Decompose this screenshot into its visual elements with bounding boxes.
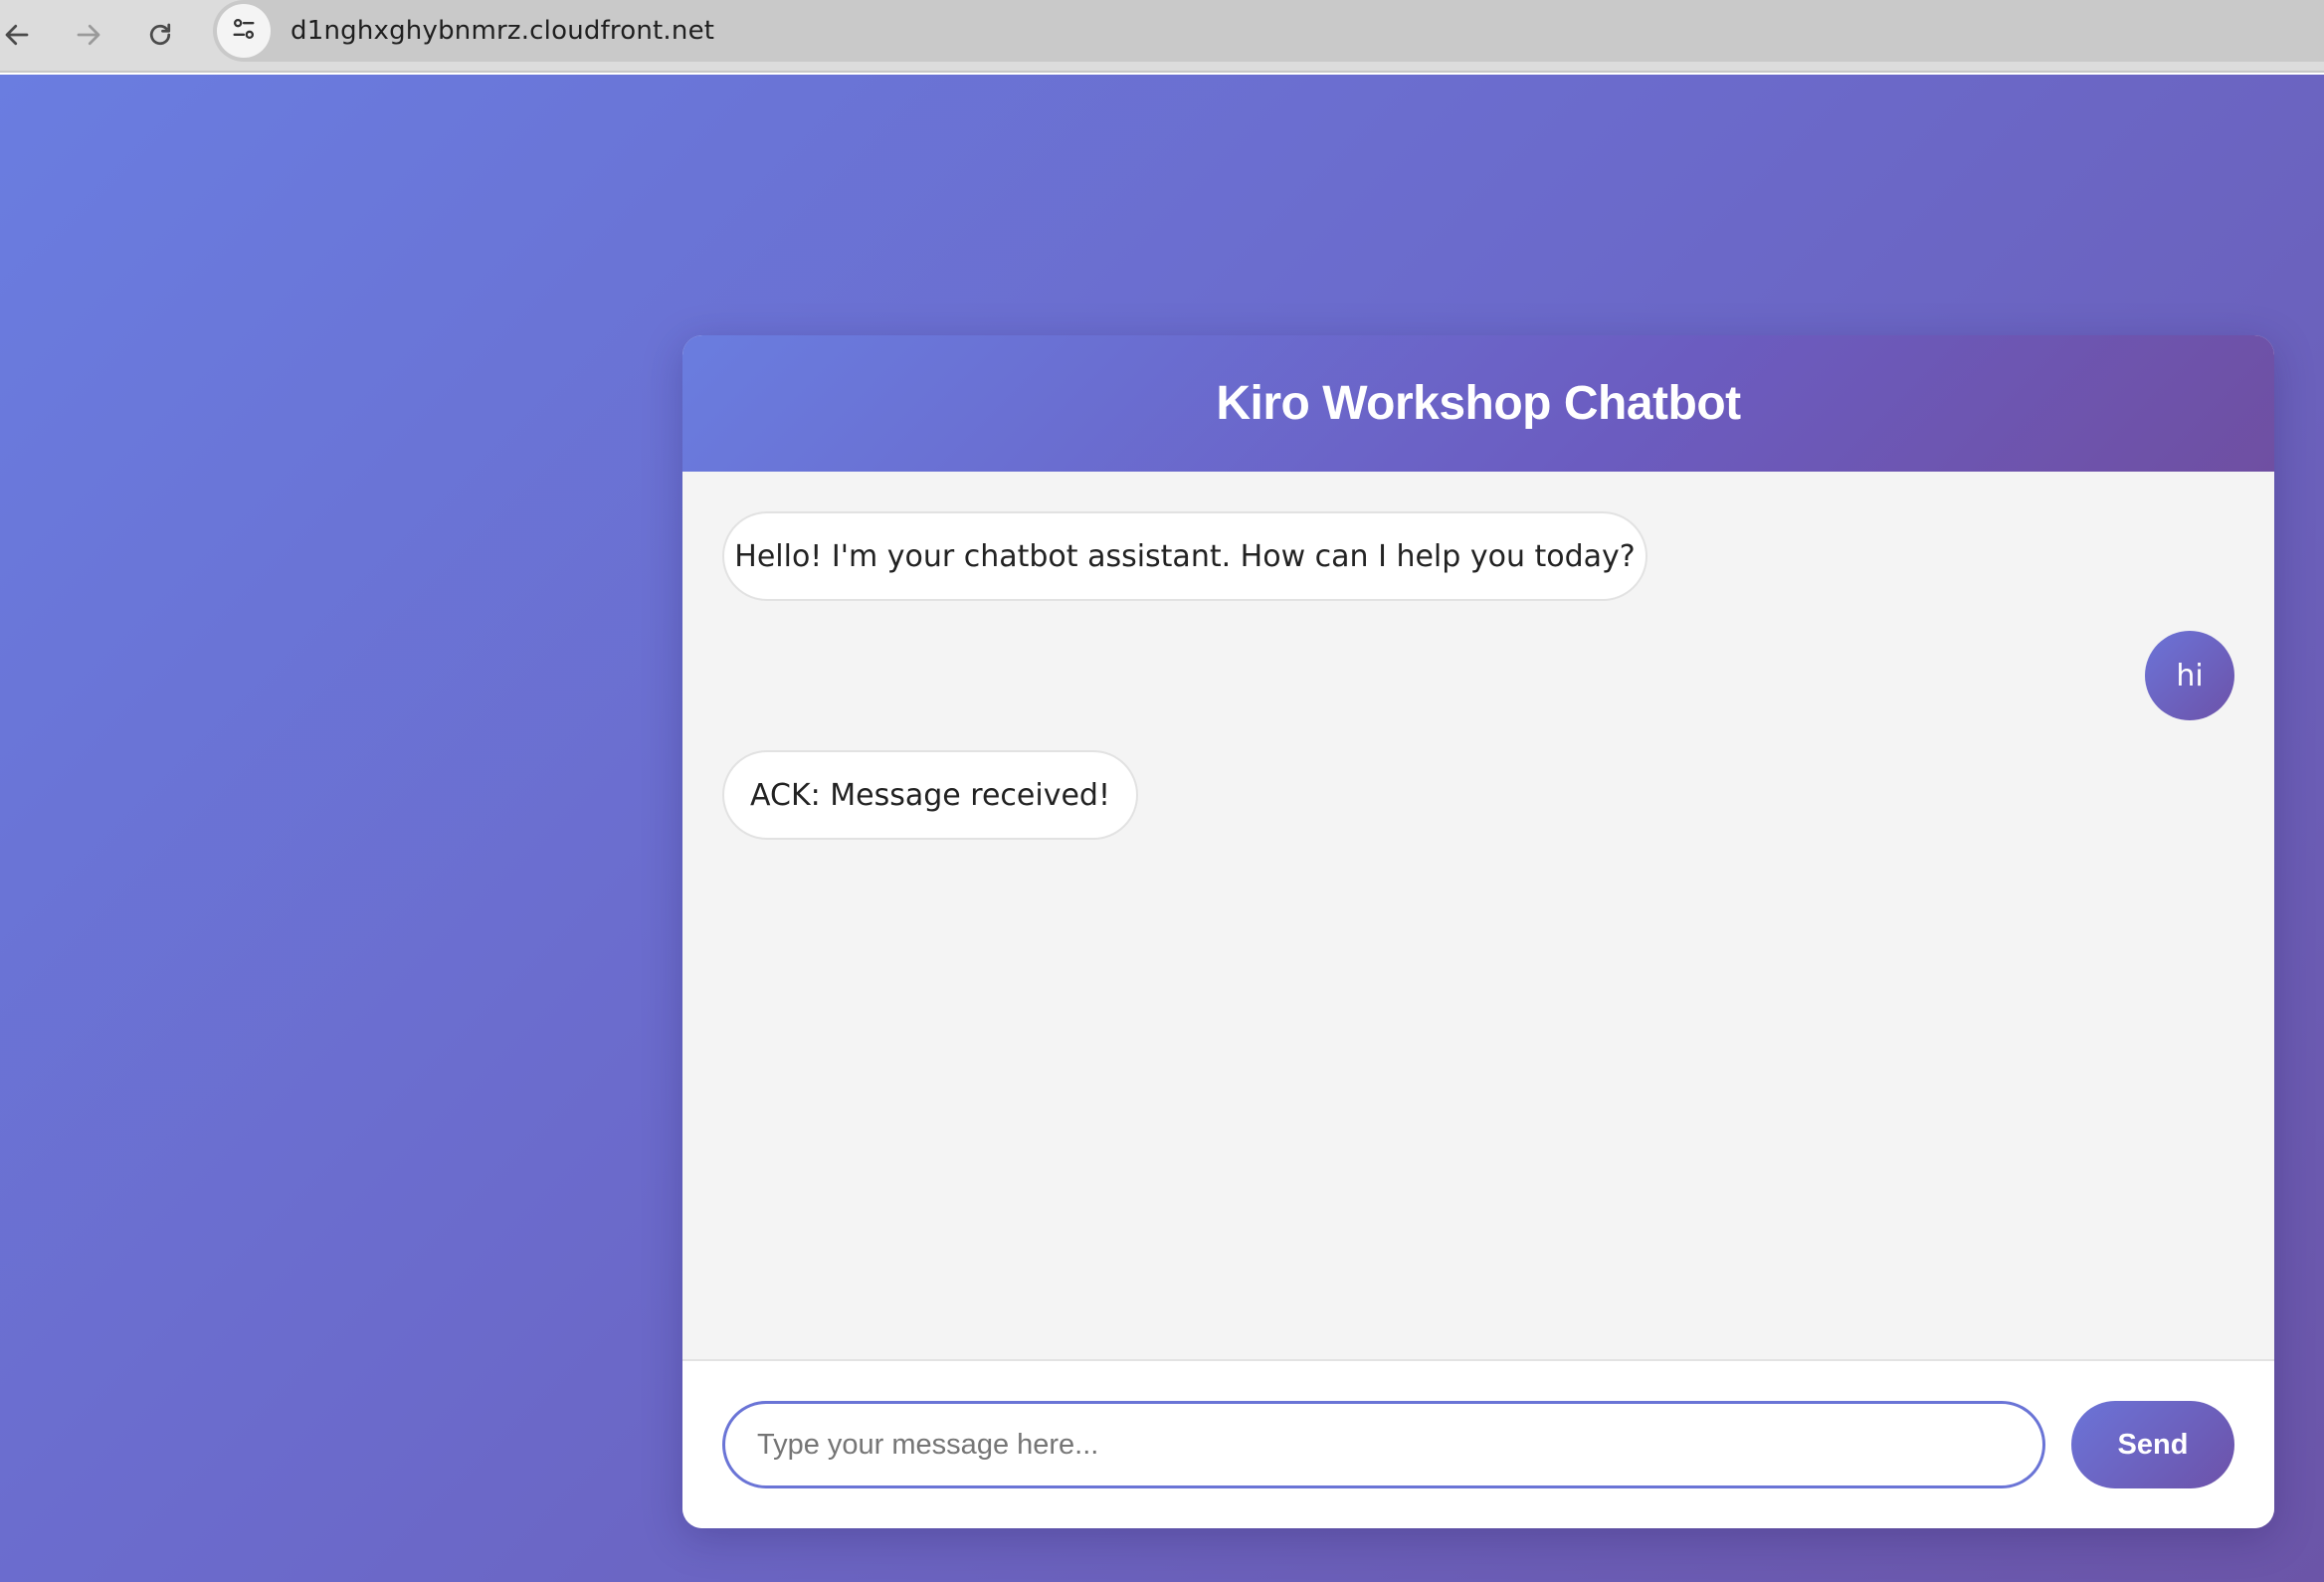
site-settings-button[interactable] <box>217 4 271 58</box>
site-settings-icon <box>230 15 258 48</box>
forward-button[interactable] <box>62 8 115 62</box>
page-background: Kiro Workshop Chatbot Hello! I'm your ch… <box>0 75 2324 1582</box>
back-arrow-icon <box>2 20 32 50</box>
reload-button[interactable] <box>133 8 187 62</box>
browser-toolbar: d1nghxghybnmrz.cloudfront.net <box>0 0 2324 73</box>
chat-header: Kiro Workshop Chatbot <box>682 335 2274 472</box>
url-text[interactable]: d1nghxghybnmrz.cloudfront.net <box>290 16 714 46</box>
messages-area: Hello! I'm your chatbot assistant. How c… <box>682 472 2274 1361</box>
input-area: Send <box>682 1361 2274 1528</box>
reload-icon <box>145 20 175 50</box>
message-input[interactable] <box>722 1401 2045 1488</box>
bot-message: ACK: Message received! <box>722 750 1138 840</box>
back-button[interactable] <box>0 8 44 62</box>
chat-container: Kiro Workshop Chatbot Hello! I'm your ch… <box>682 335 2274 1528</box>
forward-arrow-icon <box>74 20 103 50</box>
send-button[interactable]: Send <box>2071 1401 2234 1488</box>
bot-message: Hello! I'm your chatbot assistant. How c… <box>722 511 1647 601</box>
address-bar[interactable]: d1nghxghybnmrz.cloudfront.net <box>213 0 2324 62</box>
user-message: hi <box>2145 631 2234 720</box>
chat-title: Kiro Workshop Chatbot <box>1216 377 1741 430</box>
